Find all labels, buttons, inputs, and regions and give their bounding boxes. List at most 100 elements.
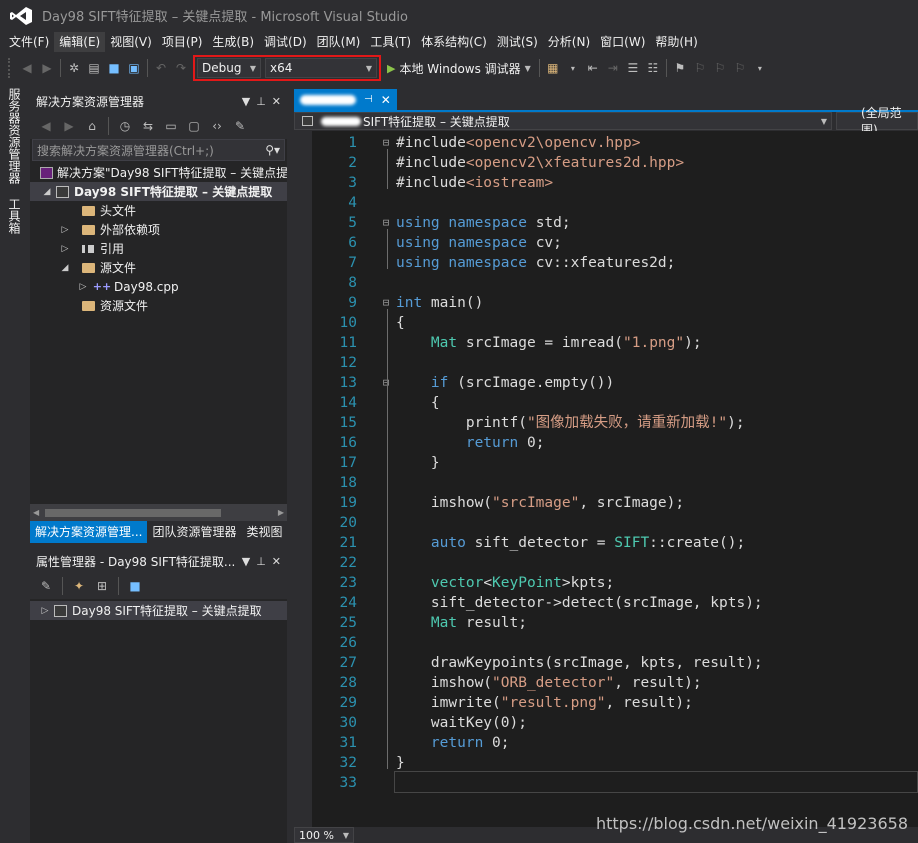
scrollbar-thumb[interactable] [45,508,222,517]
menu-analyze[interactable]: 分析(N) [543,32,595,52]
open-file-icon[interactable]: ▤ [84,57,104,79]
bookmark-icon[interactable]: ⚑ [670,57,690,79]
new-project-icon[interactable]: ✲ [64,57,84,79]
pin-icon[interactable]: ⊥ [256,555,266,568]
code-line[interactable]: 26 [312,633,918,653]
code-line[interactable]: 22 [312,553,918,573]
menu-debug[interactable]: 调试(D) [259,32,312,52]
redo-icon[interactable]: ↷ [171,57,191,79]
code-line[interactable]: 12 [312,353,918,373]
prev-bookmark-icon[interactable]: ⚐ [690,57,710,79]
toolbar-grip[interactable] [8,58,14,78]
pin-icon[interactable]: ⊣ [364,94,373,105]
code-line[interactable]: 14 { [312,393,918,413]
code-line[interactable]: 25 Mat result; [312,613,918,633]
back-icon[interactable]: ◀ [36,115,56,137]
toolbar-overflow-icon[interactable]: ▾ [750,57,770,79]
horizontal-scrollbar[interactable]: ◀ ▶ [30,504,287,521]
properties-wrench-icon[interactable]: ✎ [230,115,250,137]
code-line[interactable]: 17 } [312,453,918,473]
code-editor[interactable]: 1 ⊟ #include<opencv2\opencv.hpp> 2 #include<… [294,131,918,827]
tab-team-explorer[interactable]: 团队资源管理器 [147,521,241,543]
code-line[interactable]: 30 waitKey(0); [312,713,918,733]
find-in-files-icon[interactable]: ▦ [543,57,563,79]
undo-icon[interactable]: ↶ [151,57,171,79]
search-icon[interactable]: ⚲▾ [265,143,280,157]
menu-architecture[interactable]: 体系结构(C) [416,32,492,52]
collapsed-arrow-icon[interactable]: ▷ [38,606,52,616]
close-icon[interactable]: ✕ [272,555,281,568]
menu-window[interactable]: 窗口(W) [595,32,650,52]
menu-view[interactable]: 视图(V) [105,32,157,52]
collapsed-arrow-icon[interactable]: ▷ [58,225,72,235]
uncomment-icon[interactable]: ☷ [643,57,663,79]
add-new-property-sheet-icon[interactable]: ⊞ [92,575,112,597]
pin-icon[interactable]: ⊥ [256,95,266,108]
tree-item-external-deps[interactable]: ▷ 外部依赖项 [30,220,287,239]
code-line[interactable]: 1 ⊟ #include<opencv2\opencv.hpp> [312,133,918,153]
code-line[interactable]: 16 return 0; [312,433,918,453]
code-line[interactable]: 5 ⊟ using namespace std; [312,213,918,233]
next-bookmark-icon[interactable]: ⚐ [710,57,730,79]
tab-solution-explorer[interactable]: 解决方案资源管理... [30,521,148,543]
code-line[interactable]: 28 imshow("ORB_detector", result); [312,673,918,693]
code-line[interactable]: 20 [312,513,918,533]
code-line[interactable]: 10 { [312,313,918,333]
code-line[interactable]: 24 sift_detector->detect(srcImage, kpts)… [312,593,918,613]
save-icon[interactable]: ■ [125,575,145,597]
properties-wrench-icon[interactable]: ✎ [36,575,56,597]
code-line[interactable]: 27 drawKeypoints(srcImage, kpts, result)… [312,653,918,673]
forward-icon[interactable]: ▶ [59,115,79,137]
back-icon[interactable]: ◀ [17,57,37,79]
code-line[interactable]: 29 imwrite("result.png", result); [312,693,918,713]
tree-item-header-files[interactable]: 头文件 [30,201,287,220]
code-line[interactable]: 7 using namespace cv::xfeatures2d; [312,253,918,273]
comment-icon[interactable]: ☰ [623,57,643,79]
scroll-right-icon[interactable]: ▶ [278,508,284,517]
code-line[interactable]: 18 [312,473,918,493]
menu-edit[interactable]: 编辑(E) [54,32,106,52]
expand-arrow-icon[interactable]: ◢ [40,187,54,197]
menu-project[interactable]: 项目(P) [157,32,208,52]
menu-file[interactable]: 文件(F) [4,32,54,52]
code-line[interactable]: 32} [312,753,918,773]
collapsed-arrow-icon[interactable]: ▷ [76,282,90,292]
tab-day98-cpp[interactable]: ⊣ ✕ [294,89,397,110]
solution-search-input[interactable]: 搜索解决方案资源管理器(Ctrl+;) ⚲▾ [32,139,285,161]
home-icon[interactable]: ⌂ [82,115,102,137]
project-scope-dropdown[interactable]: SIFT特征提取 – 关键点提取 ▼ [294,112,832,130]
chevron-down-icon[interactable]: ▼ [242,555,250,568]
code-line[interactable]: 2 #include<opencv2\xfeatures2d.hpp> [312,153,918,173]
view-code-icon[interactable]: ‹› [207,115,227,137]
close-icon[interactable]: ✕ [381,93,391,107]
code-line[interactable]: 6 using namespace cv; [312,233,918,253]
code-line[interactable]: 3 #include<iostream> [312,173,918,193]
tree-item-references[interactable]: ▷ 引用 [30,239,287,258]
tree-item-day98-cpp[interactable]: ▷ ++ Day98.cpp [30,277,287,296]
collapse-region-icon[interactable]: ⊟ [381,293,391,313]
scroll-left-icon[interactable]: ◀ [33,508,39,517]
server-explorer-tab[interactable]: 服务器资源管理器 [6,88,23,184]
code-line[interactable]: 11 Mat srcImage = imread("1.png"); [312,333,918,353]
tab-class-view[interactable]: 类视图 [241,521,287,543]
expand-arrow-icon[interactable]: ◢ [58,263,72,273]
tree-item-source-files[interactable]: ◢ 源文件 [30,258,287,277]
start-debugging-button[interactable]: ▶ 本地 Windows 调试器 ▼ [387,60,531,77]
chevron-down-icon[interactable]: ▼ [242,95,250,108]
solution-platform-dropdown[interactable]: x64 ▼ [265,58,377,78]
sync-icon[interactable]: ⇆ [138,115,158,137]
code-line[interactable]: 21 auto sift_detector = SIFT::create(); [312,533,918,553]
solution-config-dropdown[interactable]: Debug ▼ [197,58,261,78]
menu-team[interactable]: 团队(M) [312,32,366,52]
menu-tools[interactable]: 工具(T) [365,32,416,52]
collapse-region-icon[interactable]: ⊟ [381,213,391,233]
menu-test[interactable]: 测试(S) [492,32,543,52]
pending-changes-icon[interactable]: ◷ [115,115,135,137]
code-line[interactable]: 19 imshow("srcImage", srcImage); [312,493,918,513]
save-icon[interactable]: ■ [104,57,124,79]
collapse-all-icon[interactable]: ▭ [161,115,181,137]
toolbox-tab[interactable]: 工具箱 [6,198,23,234]
outdent-icon[interactable]: ⇥ [603,57,623,79]
tree-item-solution[interactable]: 解决方案"Day98 SIFT特征提取 – 关键点提取 [30,163,287,182]
tree-item-project[interactable]: ◢ Day98 SIFT特征提取 – 关键点提取 [30,182,287,201]
